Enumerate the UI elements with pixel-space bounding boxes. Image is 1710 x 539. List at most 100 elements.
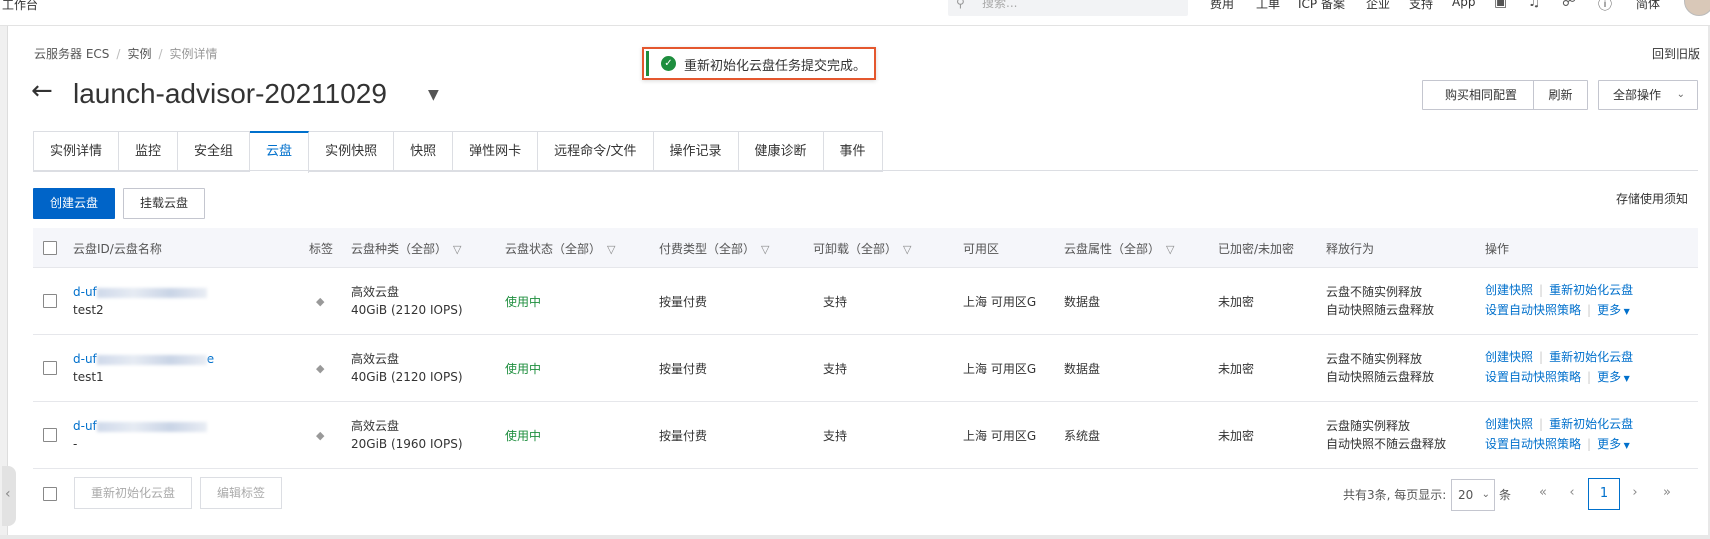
col-disk-status[interactable]: 云盘状态（全部） ▽: [505, 240, 615, 257]
col-disk-attribute[interactable]: 云盘属性（全部） ▽: [1064, 240, 1174, 257]
language-switch[interactable]: 简体: [1636, 0, 1660, 12]
actions-line1: 创建快照 | 重新初始化云盘: [1485, 348, 1633, 366]
disk-id-prefix: d-uf: [73, 419, 97, 433]
nav-enterprise[interactable]: 企业: [1366, 0, 1390, 12]
create-snapshot-link[interactable]: 创建快照: [1485, 283, 1533, 297]
create-disk-button[interactable]: 创建云盘: [33, 188, 115, 219]
nav-app[interactable]: App: [1452, 0, 1475, 9]
reinit-disk-link[interactable]: 重新初始化云盘: [1549, 350, 1633, 364]
redacted-id: [96, 287, 207, 298]
disk-id-link[interactable]: d-uf e: [73, 350, 214, 368]
col-billing-type-label: 付费类型（全部）: [659, 242, 756, 256]
nav-icp[interactable]: ICP 备案: [1298, 0, 1345, 12]
page-size-select[interactable]: 20 ⌄: [1451, 479, 1495, 511]
tab-disks[interactable]: 云盘: [250, 131, 310, 173]
actions-line1: 创建快照 | 重新初始化云盘: [1485, 281, 1633, 299]
more-dropdown[interactable]: 更多 ▼: [1597, 370, 1630, 384]
first-page-icon[interactable]: «: [1527, 478, 1559, 510]
filter-icon[interactable]: ▽: [453, 243, 461, 256]
select-all-checkbox[interactable]: [43, 241, 57, 255]
tab-events[interactable]: 事件: [823, 132, 883, 172]
avatar[interactable]: [1684, 0, 1710, 16]
tab-monitoring[interactable]: 监控: [119, 132, 179, 172]
col-detachable[interactable]: 可卸载（全部） ▽: [813, 240, 911, 257]
tag-icon[interactable]: ◆: [316, 295, 324, 308]
next-page-icon[interactable]: ›: [1619, 478, 1651, 510]
tab-instance-details[interactable]: 实例详情: [33, 132, 120, 172]
filter-icon[interactable]: ▽: [1166, 243, 1174, 256]
more-dropdown[interactable]: 更多 ▼: [1597, 303, 1630, 317]
title-dropdown-icon[interactable]: ▼: [428, 87, 439, 103]
nav-billing[interactable]: 费用: [1210, 0, 1234, 12]
toast-accent-bar: [646, 51, 649, 76]
status-badge: 使用中: [505, 429, 542, 443]
disk-category: 高效云盘: [351, 352, 400, 366]
search-icon: ⚲: [956, 0, 965, 10]
select-all-footer-checkbox[interactable]: [43, 487, 57, 501]
last-page-icon[interactable]: »: [1651, 478, 1683, 510]
attach-disk-button[interactable]: 挂载云盘: [123, 188, 205, 219]
create-snapshot-link[interactable]: 创建快照: [1485, 417, 1533, 431]
breadcrumb: 云服务器 ECS / 实例 / 实例详情: [34, 45, 218, 62]
batch-reinit-disk-button[interactable]: 重新初始化云盘: [74, 477, 192, 509]
back-arrow-icon[interactable]: ←: [31, 78, 53, 104]
tab-snapshots[interactable]: 快照: [394, 132, 454, 172]
set-auto-snapshot-policy-link[interactable]: 设置自动快照策略: [1485, 437, 1581, 451]
encryption-value: 未加密: [1218, 362, 1255, 376]
status-badge: 使用中: [505, 362, 542, 376]
reinit-disk-link[interactable]: 重新初始化云盘: [1549, 283, 1633, 297]
disk-name: test2: [73, 303, 104, 317]
col-disk-id: 云盘ID/云盘名称: [73, 242, 162, 256]
tab-operation-log[interactable]: 操作记录: [653, 132, 739, 172]
tab-instance-snapshots[interactable]: 实例快照: [309, 132, 395, 172]
prev-page-icon[interactable]: ‹: [1556, 478, 1588, 510]
breadcrumb-instances[interactable]: 实例: [127, 47, 151, 61]
reinit-disk-link[interactable]: 重新初始化云盘: [1549, 417, 1633, 431]
nav-tickets[interactable]: 工单: [1256, 0, 1280, 12]
row-checkbox[interactable]: [43, 294, 57, 308]
cart-icon[interactable]: ☍: [1562, 0, 1576, 10]
workspace-link[interactable]: 工作台: [2, 0, 38, 13]
breadcrumb-current: 实例详情: [169, 47, 218, 61]
tab-remote-commands[interactable]: 远程命令/文件: [538, 132, 654, 172]
tag-icon[interactable]: ◆: [316, 429, 324, 442]
old-version-link[interactable]: 回到旧版: [1652, 45, 1700, 62]
col-tags: 标签: [309, 242, 334, 256]
col-billing-type[interactable]: 付费类型（全部） ▽: [659, 240, 769, 257]
more-dropdown[interactable]: 更多 ▼: [1597, 437, 1630, 451]
help-icon[interactable]: ⓘ: [1598, 0, 1612, 14]
row-checkbox[interactable]: [43, 361, 57, 375]
tag-icon[interactable]: ◆: [316, 362, 324, 375]
filter-icon[interactable]: ▽: [607, 243, 615, 256]
release-behavior-line1: 云盘不随实例释放: [1326, 285, 1423, 299]
tab-health-diagnosis[interactable]: 健康诊断: [738, 132, 824, 172]
create-snapshot-link[interactable]: 创建快照: [1485, 350, 1533, 364]
tab-security-groups[interactable]: 安全组: [178, 132, 251, 172]
row-checkbox[interactable]: [43, 428, 57, 442]
page-number-current[interactable]: 1: [1588, 478, 1620, 510]
action-divider: |: [1587, 437, 1592, 451]
disk-id-link[interactable]: d-uf: [73, 283, 207, 301]
status-badge: 使用中: [505, 295, 542, 309]
filter-icon[interactable]: ▽: [903, 243, 911, 256]
set-auto-snapshot-policy-link[interactable]: 设置自动快照策略: [1485, 370, 1581, 384]
col-disk-category[interactable]: 云盘种类（全部） ▽: [351, 240, 461, 257]
edit-tags-button[interactable]: 编辑标签: [200, 477, 282, 509]
sidebar-expand-handle[interactable]: ‹: [2, 466, 16, 526]
buy-same-config-button[interactable]: 购买相同配置: [1422, 80, 1540, 110]
all-actions-dropdown[interactable]: 全部操作 ⌄: [1598, 80, 1698, 110]
global-search-input[interactable]: ⚲ 搜索...: [948, 0, 1188, 16]
bell-icon[interactable]: ♫: [1528, 0, 1541, 10]
tab-eni[interactable]: 弹性网卡: [453, 132, 539, 172]
nav-support[interactable]: 支持: [1409, 0, 1433, 12]
caret-down-icon: ▼: [1621, 374, 1630, 383]
storage-usage-note-link[interactable]: 存储使用须知: [1616, 190, 1688, 207]
disk-id-link[interactable]: d-uf: [73, 417, 207, 435]
terminal-icon[interactable]: ▣: [1494, 0, 1507, 10]
actions-line1: 创建快照 | 重新初始化云盘: [1485, 415, 1633, 433]
disk-id-suffix: e: [206, 352, 215, 366]
filter-icon[interactable]: ▽: [761, 243, 769, 256]
set-auto-snapshot-policy-link[interactable]: 设置自动快照策略: [1485, 303, 1581, 317]
breadcrumb-ecs[interactable]: 云服务器 ECS: [34, 47, 109, 61]
refresh-button[interactable]: 刷新: [1533, 80, 1588, 110]
